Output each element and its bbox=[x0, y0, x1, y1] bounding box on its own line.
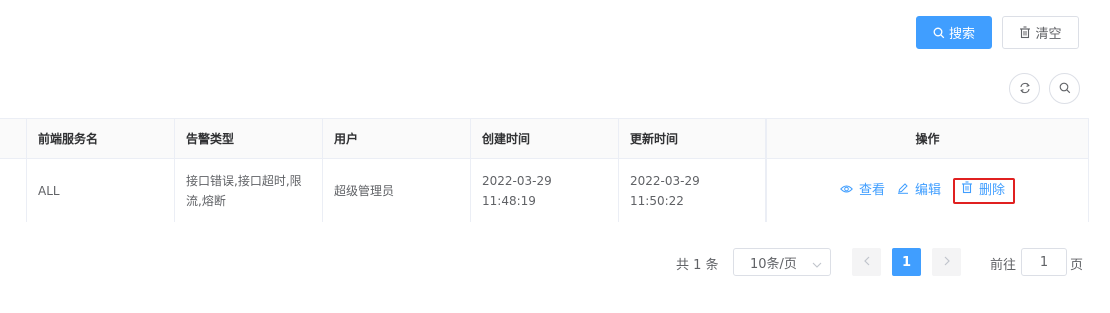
row-actions: 查看 编辑 删除 bbox=[840, 177, 1016, 204]
alert-type-text: 接口错误,接口超时,限流,熔断 bbox=[186, 173, 302, 208]
row-cell-alert-type: 接口错误,接口超时,限流,熔断 bbox=[175, 159, 323, 222]
header-cell-updated: 更新时间 bbox=[619, 119, 767, 158]
pagination-total: 共 1 条 bbox=[676, 258, 719, 273]
clear-button[interactable]: 清空 bbox=[1002, 16, 1079, 49]
delete-button[interactable]: 删除 bbox=[953, 177, 1016, 204]
chevron-right-icon bbox=[943, 255, 951, 270]
header-cell-alert-type: 告警类型 bbox=[175, 119, 323, 158]
refresh-icon bbox=[1019, 79, 1031, 98]
app-root: 搜索 清空 前端服务名 告警类型 用户 创建时间 更新时间 操作 ALL 接口错… bbox=[0, 0, 1110, 313]
edit-icon bbox=[897, 181, 909, 201]
header-cell-service: 前端服务名 bbox=[27, 119, 175, 158]
row-cell-0 bbox=[0, 159, 27, 222]
prev-page-button[interactable] bbox=[852, 248, 881, 276]
edit-button[interactable]: 编辑 bbox=[897, 181, 941, 201]
header-cell-0 bbox=[0, 119, 27, 158]
clear-button-label: 清空 bbox=[1035, 27, 1062, 42]
search-button-label: 搜索 bbox=[948, 27, 975, 42]
page-size-select[interactable]: 10条/页 bbox=[733, 248, 831, 276]
goto-label: 前往 bbox=[990, 258, 1017, 273]
header-cell-actions: 操作 bbox=[767, 119, 1089, 158]
eye-icon bbox=[840, 181, 853, 201]
search-button[interactable]: 搜索 bbox=[916, 16, 992, 49]
row-cell-actions: 查看 编辑 删除 bbox=[767, 159, 1089, 222]
row-cell-user: 超级管理员 bbox=[323, 159, 471, 222]
table-search-button[interactable] bbox=[1049, 73, 1080, 104]
page-number-1[interactable]: 1 bbox=[892, 248, 921, 276]
row-cell-created: 2022-03-29 11:48:19 bbox=[471, 159, 619, 222]
table-row: ALL 接口错误,接口超时,限流,熔断 超级管理员 2022-03-29 11:… bbox=[0, 159, 1089, 222]
trash-icon bbox=[1019, 26, 1031, 39]
next-page-button[interactable] bbox=[932, 248, 961, 276]
view-label: 查看 bbox=[858, 182, 885, 198]
delete-label: 删除 bbox=[979, 182, 1006, 198]
table-header-row: 前端服务名 告警类型 用户 创建时间 更新时间 操作 bbox=[0, 119, 1089, 159]
page-suffix-label: 页 bbox=[1070, 258, 1084, 273]
trash-icon bbox=[961, 180, 973, 201]
goto-page-input[interactable] bbox=[1021, 248, 1067, 276]
header-cell-user: 用户 bbox=[323, 119, 471, 158]
refresh-button[interactable] bbox=[1009, 73, 1040, 104]
search-icon bbox=[933, 27, 945, 39]
header-cell-created: 创建时间 bbox=[471, 119, 619, 158]
data-table: 前端服务名 告警类型 用户 创建时间 更新时间 操作 ALL 接口错误,接口超时… bbox=[0, 118, 1089, 222]
search-icon bbox=[1059, 79, 1071, 98]
chevron-down-icon bbox=[812, 258, 822, 273]
row-cell-service: ALL bbox=[27, 159, 175, 222]
edit-label: 编辑 bbox=[914, 182, 941, 198]
view-button[interactable]: 查看 bbox=[840, 181, 885, 201]
page-size-value: 10条/页 bbox=[750, 256, 797, 272]
chevron-left-icon bbox=[863, 255, 871, 270]
row-cell-updated: 2022-03-29 11:50:22 bbox=[619, 159, 767, 222]
